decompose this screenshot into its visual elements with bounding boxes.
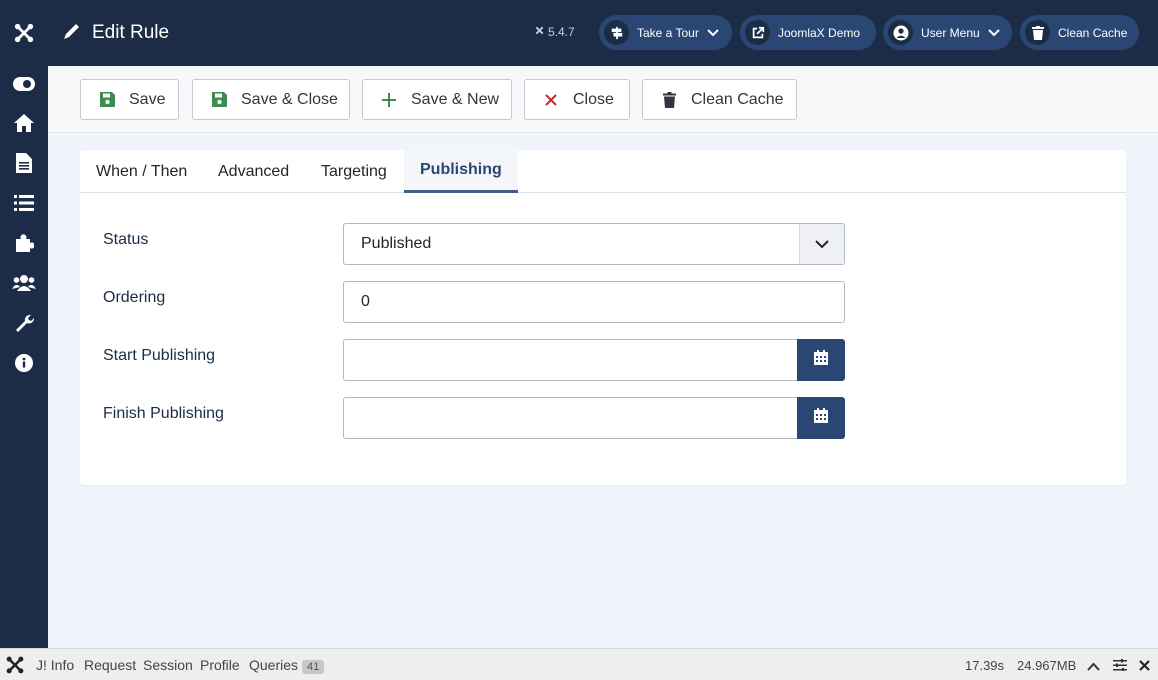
debug-tab-request[interactable]: Request <box>84 657 136 673</box>
debug-tab-session[interactable]: Session <box>143 657 193 673</box>
debug-tab-info[interactable]: J! Info <box>36 657 74 673</box>
save-close-button[interactable]: Save & Close <box>192 79 350 120</box>
header-clean-cache-button[interactable]: Clean Cache <box>1020 15 1139 50</box>
rule-edit-card: When / Then Advanced Targeting Publishin… <box>80 150 1126 485</box>
floppy-disk-icon <box>99 92 115 108</box>
joomlax-demo-button[interactable]: JoomlaX Demo <box>740 15 876 50</box>
version-label: 5.4.7 <box>534 25 575 39</box>
save-new-button[interactable]: Save & New <box>362 79 512 120</box>
home-icon <box>13 113 35 138</box>
debug-memory: 24.967MB <box>1017 658 1077 673</box>
sliders-icon[interactable] <box>1113 658 1127 674</box>
save-button[interactable]: Save <box>80 79 179 120</box>
chevron-down-icon <box>799 224 844 264</box>
close-icon <box>543 92 559 108</box>
signpost-icon <box>604 20 629 45</box>
status-select[interactable]: Published <box>343 223 845 265</box>
user-menu-button[interactable]: User Menu <box>883 15 1012 50</box>
external-link-icon <box>745 20 770 45</box>
close-button[interactable]: Close <box>524 79 630 120</box>
start-publishing-input[interactable] <box>343 339 799 381</box>
plus-icon <box>381 92 397 108</box>
trash-icon <box>1025 20 1050 45</box>
sidebar-item-toggle[interactable] <box>0 66 48 106</box>
floppy-disk-icon <box>211 92 227 108</box>
queries-count-badge: 41 <box>302 660 325 674</box>
start-publishing-calendar-button[interactable] <box>797 339 845 381</box>
tab-targeting[interactable]: Targeting <box>321 150 387 193</box>
take-tour-button[interactable]: Take a Tour <box>599 15 732 50</box>
wrench-icon <box>14 313 35 338</box>
debug-time: 17.39s <box>965 658 1005 673</box>
action-toolbar: Save Save & Close Save & New Close Clean… <box>48 66 1158 133</box>
chevron-down-icon <box>707 26 719 40</box>
ordering-input[interactable]: 0 <box>343 281 845 323</box>
pencil-icon <box>62 21 82 46</box>
clean-cache-button[interactable]: Clean Cache <box>642 79 797 120</box>
finish-publishing-label: Finish Publishing <box>103 405 224 422</box>
calendar-icon <box>814 408 828 428</box>
sidebar-item-system[interactable] <box>0 305 48 345</box>
users-icon <box>12 274 36 297</box>
sidebar <box>0 66 48 648</box>
chevron-up-icon[interactable] <box>1087 658 1100 674</box>
file-icon <box>16 152 32 178</box>
finish-publishing-calendar-button[interactable] <box>797 397 845 439</box>
puzzle-icon <box>14 233 35 258</box>
sidebar-item-content[interactable] <box>0 145 48 185</box>
sidebar-item-components[interactable] <box>0 225 48 265</box>
calendar-icon <box>814 350 828 370</box>
start-publishing-label: Start Publishing <box>103 347 216 364</box>
sidebar-item-help[interactable] <box>0 345 48 385</box>
debug-tab-queries[interactable]: Queries 41 <box>249 657 325 674</box>
toggle-icon <box>13 76 35 96</box>
chevron-down-icon <box>987 26 1000 40</box>
tab-bar: When / Then Advanced Targeting Publishin… <box>80 150 1126 193</box>
sidebar-item-home[interactable] <box>0 105 48 145</box>
header-bar: Edit Rule 5.4.7 Take a Tour JoomlaX Demo… <box>0 0 1158 66</box>
joomla-debug-icon[interactable] <box>5 655 25 678</box>
debug-bar: J! Info Request Session Profile Queries 4… <box>0 648 1158 680</box>
page-title: Edit Rule <box>92 22 170 43</box>
trash-icon <box>661 91 677 108</box>
finish-publishing-input[interactable] <box>343 397 799 439</box>
tab-publishing[interactable]: Publishing <box>404 150 518 193</box>
debug-tab-profile[interactable]: Profile <box>200 657 240 673</box>
user-circle-icon <box>888 20 913 45</box>
joomla-logo-icon[interactable] <box>0 0 48 66</box>
list-icon <box>14 194 34 216</box>
tab-when-then[interactable]: When / Then <box>96 150 187 193</box>
close-icon[interactable] <box>1139 658 1150 674</box>
sidebar-item-users[interactable] <box>0 265 48 305</box>
ordering-label: Ordering <box>103 289 166 306</box>
status-label: Status <box>103 231 149 248</box>
joomla-small-icon <box>534 25 545 39</box>
sidebar-item-menus[interactable] <box>0 185 48 225</box>
tab-advanced[interactable]: Advanced <box>218 150 289 193</box>
info-icon <box>15 353 33 377</box>
